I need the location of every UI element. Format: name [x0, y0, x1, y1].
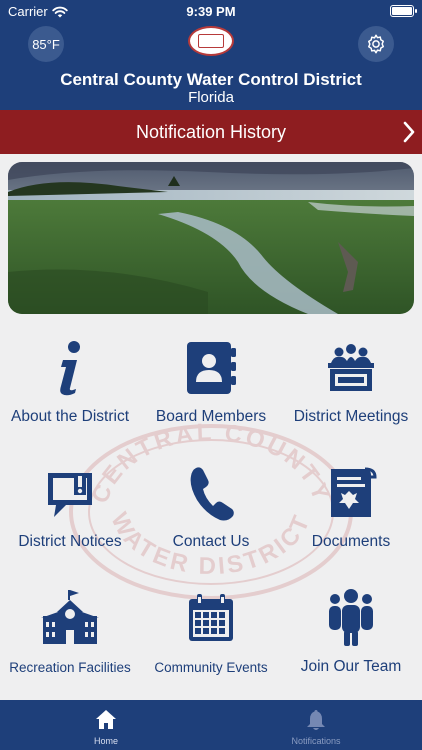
bell-icon	[307, 710, 325, 730]
address-book-icon	[187, 342, 236, 394]
hero-landscape-image	[8, 162, 414, 314]
tab-home-label: Home	[93, 736, 118, 746]
district-title: Central County Water Control District	[60, 70, 362, 89]
tab-home[interactable]: Home	[46, 700, 166, 750]
status-time: 9:39 PM	[186, 4, 236, 19]
battery-icon	[390, 5, 417, 17]
tile-board-members[interactable]: Board Members	[141, 336, 281, 454]
district-logo	[188, 26, 234, 56]
tile-recreation-facilities[interactable]: Recreation Facilities	[0, 586, 140, 704]
tile-label: Community Events	[154, 660, 268, 675]
tile-join-our-team[interactable]: Join Our Team	[281, 586, 421, 704]
temperature-badge[interactable]: 85°F	[28, 26, 64, 62]
calendar-icon	[189, 594, 233, 641]
tile-district-meetings[interactable]: District Meetings	[281, 336, 421, 454]
tile-contact-us[interactable]: Contact Us	[141, 461, 281, 579]
tile-district-notices[interactable]: District Notices	[0, 461, 140, 579]
tab-notifications[interactable]: Notifications	[256, 700, 376, 750]
settings-button[interactable]	[358, 26, 394, 62]
phone-icon	[190, 467, 234, 521]
info-icon	[60, 341, 80, 396]
schoolhouse-icon	[41, 590, 99, 644]
tile-community-events[interactable]: Community Events	[141, 586, 281, 704]
tile-about-the-district[interactable]: About the District	[0, 336, 140, 454]
gear-icon	[368, 34, 384, 54]
meeting-icon	[328, 344, 374, 391]
chevron-right-icon	[403, 121, 415, 143]
tile-label: Recreation Facilities	[9, 660, 131, 675]
home-icon	[96, 710, 116, 729]
tile-label: Board Members	[155, 408, 267, 425]
team-icon	[329, 589, 373, 646]
tile-label: About the District	[10, 408, 130, 425]
tile-label: Documents	[311, 533, 391, 550]
app-header: 85°F Central County Water Control Distri…	[0, 22, 422, 110]
notification-history-label: Notification History	[135, 121, 287, 142]
bottom-tab-bar: Home Notifications	[0, 700, 422, 750]
tile-label: Join Our Team	[300, 658, 402, 675]
document-icon	[331, 467, 377, 517]
district-subtitle: Florida	[188, 89, 234, 106]
tile-label: Contact Us	[172, 533, 250, 550]
notification-history-button[interactable]: Notification History	[0, 110, 422, 154]
tile-label: District Meetings	[293, 408, 409, 425]
notice-icon	[48, 473, 92, 517]
status-bar: Carrier 9:39 PM	[0, 0, 422, 22]
tile-documents[interactable]: Documents	[281, 461, 421, 579]
tile-label: District Notices	[18, 533, 122, 550]
tab-notifications-label: Notifications	[291, 736, 341, 746]
